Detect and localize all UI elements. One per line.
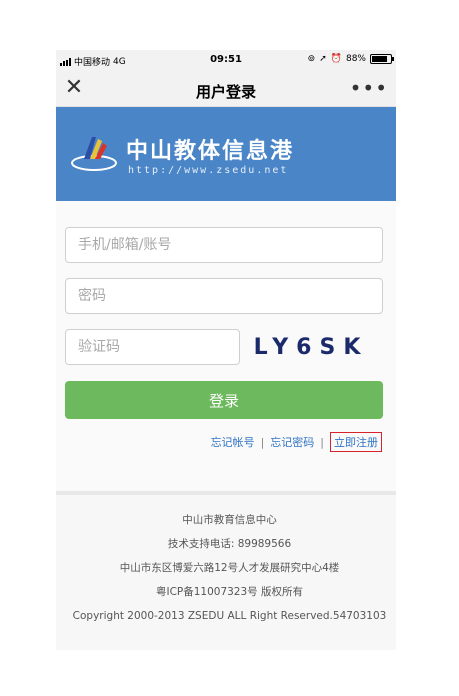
link-separator: | <box>260 435 265 449</box>
status-right: ⊚ ➚ ⏰ 88% <box>307 54 394 64</box>
battery-percent: 88% <box>345 54 366 64</box>
nav-bar: ✕ 用户登录 ••• <box>56 72 396 107</box>
footer-address: 中山市东区博爱六路12号人才发展研究中心4楼 <box>119 562 340 574</box>
site-url: http://www.zsedu.net <box>128 165 289 176</box>
footer-organization: 中山市教育信息中心 <box>182 514 277 526</box>
footer: 中山市教育信息中心 技术支持电话: 89989566 中山市东区博爱六路12号人… <box>0 508 459 628</box>
site-logo-icon <box>71 137 117 171</box>
link-separator: | <box>320 435 324 449</box>
page-title: 用户登录 <box>195 83 256 101</box>
forgot-account-link[interactable]: 忘记帐号 <box>211 434 255 450</box>
section-divider <box>56 491 396 495</box>
site-name: 中山教体信息港 <box>126 139 295 164</box>
more-options-icon[interactable]: ••• <box>350 76 388 100</box>
footer-support-phone: 技术支持电话: 89989566 <box>167 538 292 550</box>
footer-copyright: Copyright 2000-2013 ZSEDU ALL Right Rese… <box>72 610 387 622</box>
orientation-lock-icon: ⊚ <box>307 54 316 64</box>
status-bar: 中国移动 4G 09:51 ⊚ ➚ ⏰ 88% <box>56 50 396 72</box>
phone-screen: 中国移动 4G 09:51 ⊚ ➚ ⏰ 88% ✕ 用户登录 ••• 中山教体信… <box>56 50 396 650</box>
battery-icon <box>370 54 394 64</box>
login-button[interactable]: 登录 <box>65 381 383 419</box>
register-link[interactable]: 立即注册 <box>330 432 382 452</box>
forgot-password-link[interactable]: 忘记密码 <box>270 434 314 450</box>
password-input[interactable] <box>65 278 383 314</box>
account-input[interactable] <box>65 227 383 263</box>
captcha-image[interactable]: LY6SK <box>254 329 366 365</box>
site-banner: 中山教体信息港 http://www.zsedu.net <box>56 107 396 201</box>
footer-icp: 粤ICP备11007323号 版权所有 <box>155 586 304 598</box>
account-links: 忘记帐号 | 忘记密码 | 立即注册 <box>211 432 382 452</box>
captcha-input[interactable] <box>65 329 240 365</box>
location-icon: ➚ <box>319 54 327 64</box>
login-form: LY6SK 登录 忘记帐号 | 忘记密码 | 立即注册 <box>56 201 396 491</box>
alarm-icon: ⏰ <box>330 54 342 64</box>
